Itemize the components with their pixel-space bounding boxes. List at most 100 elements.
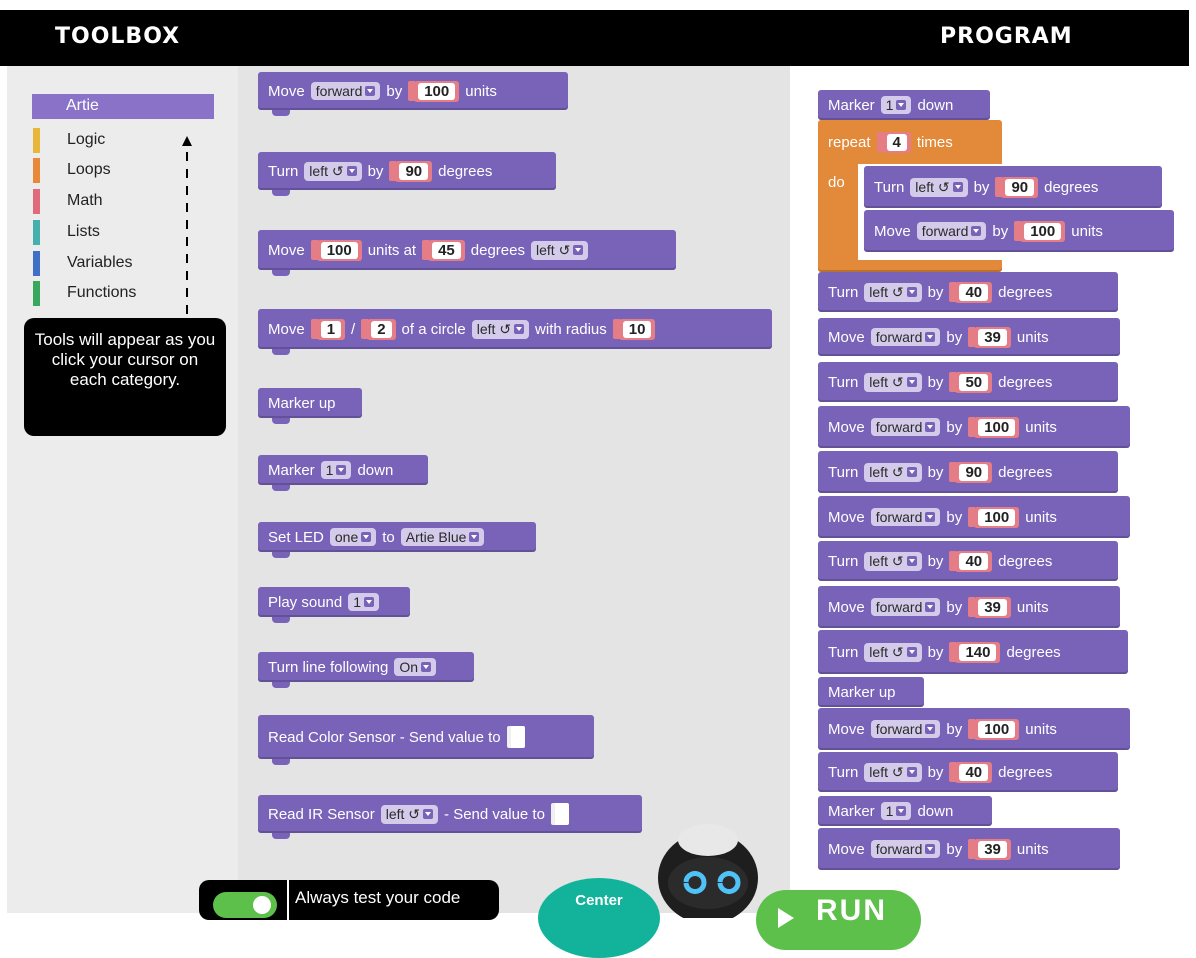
block-dropdown[interactable]: left ↺: [864, 462, 922, 482]
number-input[interactable]: 10: [612, 318, 656, 340]
category-functions[interactable]: Functions: [33, 281, 218, 306]
number-input[interactable]: 90: [995, 176, 1039, 198]
value-slot[interactable]: [550, 803, 569, 825]
program-block[interactable]: Turn left ↺ by 50 degrees: [818, 362, 1118, 402]
program-block[interactable]: Move forward by 100 units: [818, 406, 1130, 448]
block-dropdown[interactable]: 1: [348, 593, 380, 611]
block-dropdown[interactable]: left ↺: [531, 240, 589, 260]
toolbox-block[interactable]: Move 1 / 2 of a circle left ↺ with radius 10: [258, 309, 772, 355]
toolbox-block[interactable]: Move 100 units at 45 degrees left ↺: [258, 230, 676, 276]
number-input[interactable]: 40: [949, 281, 993, 303]
number-value: 100: [1024, 222, 1062, 240]
number-input[interactable]: 45: [422, 239, 465, 261]
block-dropdown[interactable]: left ↺: [864, 551, 922, 571]
block-dropdown[interactable]: On: [394, 658, 437, 676]
center-button[interactable]: Center: [538, 878, 660, 958]
toolbox-block[interactable]: Marker 1 down: [258, 455, 428, 491]
program-block[interactable]: Move forward by 39 units: [818, 586, 1120, 628]
block-dropdown[interactable]: forward: [310, 82, 381, 100]
dashed-pointer-line: [186, 271, 188, 280]
toolbox-block[interactable]: Read Color Sensor - Send value to: [258, 715, 594, 765]
toolbox-block[interactable]: Play sound 1: [258, 587, 410, 623]
category-math[interactable]: Math: [33, 189, 218, 214]
program-block[interactable]: Marker up: [818, 677, 924, 707]
number-input[interactable]: 100: [310, 239, 362, 261]
number-input[interactable]: 100: [1014, 220, 1066, 242]
number-input[interactable]: 100: [968, 506, 1020, 528]
robot-icon: [658, 824, 758, 918]
toolbox-block[interactable]: Set LED one to Artie Blue: [258, 522, 536, 558]
program-block[interactable]: Turn left ↺ by 90 degrees: [864, 166, 1162, 208]
number-input[interactable]: 40: [949, 550, 993, 572]
block-dropdown[interactable]: forward: [916, 222, 987, 240]
program-block[interactable]: Turn left ↺ by 40 degrees: [818, 752, 1118, 792]
block-dropdown[interactable]: left ↺: [380, 804, 439, 824]
category-lists[interactable]: Lists: [33, 220, 218, 245]
block-dropdown[interactable]: forward: [870, 418, 941, 436]
run-button[interactable]: RUN: [756, 890, 921, 950]
toolbox-block[interactable]: Move forward by 100 units: [258, 72, 568, 116]
number-input[interactable]: 40: [949, 761, 993, 783]
block-dropdown[interactable]: left ↺: [304, 161, 362, 181]
number-frame: 39: [974, 326, 1011, 348]
block-dropdown[interactable]: left ↺: [864, 282, 922, 302]
number-input[interactable]: 50: [949, 371, 993, 393]
program-block[interactable]: Move forward by 100 units: [864, 210, 1174, 252]
value-slot[interactable]: [506, 726, 525, 748]
block-text: units: [465, 82, 497, 100]
block-dropdown[interactable]: left ↺: [864, 762, 922, 782]
number-input[interactable]: 140: [949, 641, 1001, 663]
test-toggle[interactable]: [213, 892, 277, 918]
toolbox-block[interactable]: Turn left ↺ by 90 degrees: [258, 152, 556, 196]
program-block[interactable]: Turn left ↺ by 40 degrees: [818, 541, 1118, 581]
number-value: 100: [978, 720, 1016, 738]
block-dropdown[interactable]: 1: [320, 461, 352, 479]
program-block[interactable]: Move forward by 39 units: [818, 828, 1120, 870]
program-block[interactable]: Marker 1 down: [818, 796, 992, 826]
program-block[interactable]: Turn left ↺ by 90 degrees: [818, 451, 1118, 493]
number-input[interactable]: 2: [361, 318, 396, 340]
block-text: Read Color Sensor - Send value to: [268, 728, 501, 746]
block-dropdown[interactable]: left ↺: [471, 319, 530, 339]
number-input[interactable]: 39: [968, 596, 1011, 618]
block-text: Play sound: [268, 593, 343, 611]
block-dropdown[interactable]: 1: [880, 802, 912, 820]
toolbox-block[interactable]: Read IR Sensor left ↺ - Send value to: [258, 795, 642, 839]
block-text: by: [946, 840, 963, 858]
block-dropdown[interactable]: left ↺: [910, 177, 968, 197]
block-dropdown[interactable]: forward: [870, 840, 941, 858]
program-block[interactable]: Turn left ↺ by 40 degrees: [818, 272, 1118, 312]
number-input[interactable]: 39: [968, 326, 1011, 348]
block-dropdown[interactable]: 1: [880, 96, 912, 114]
number-input[interactable]: 4: [876, 131, 911, 153]
number-value: 39: [978, 840, 1007, 858]
number-input[interactable]: 100: [968, 718, 1020, 740]
program-block[interactable]: Move forward by 100 units: [818, 496, 1130, 538]
number-input[interactable]: 100: [968, 416, 1020, 438]
block-notch: [272, 418, 290, 424]
block-dropdown[interactable]: one: [329, 528, 377, 546]
category-artie[interactable]: Artie: [32, 94, 214, 119]
category-loops[interactable]: Loops: [33, 158, 218, 183]
block-dropdown[interactable]: forward: [870, 598, 941, 616]
number-input[interactable]: 90: [949, 461, 993, 483]
block-dropdown[interactable]: forward: [870, 720, 941, 738]
program-block[interactable]: Move forward by 100 units: [818, 708, 1130, 750]
block-dropdown[interactable]: forward: [870, 508, 941, 526]
block-text: Move: [828, 328, 865, 346]
program-block[interactable]: Turn left ↺ by 140 degrees: [818, 630, 1128, 674]
number-input[interactable]: 1: [310, 318, 346, 340]
program-block[interactable]: Move forward by 39 units: [818, 318, 1120, 356]
block-dropdown[interactable]: forward: [870, 328, 941, 346]
toolbox-block[interactable]: Turn line following On: [258, 652, 474, 688]
number-input[interactable]: 100: [408, 80, 460, 102]
block-dropdown[interactable]: left ↺: [864, 372, 922, 392]
block-text: Set LED: [268, 528, 324, 546]
number-input[interactable]: 39: [968, 838, 1011, 860]
toolbox-block[interactable]: Marker up: [258, 388, 362, 424]
category-variables[interactable]: Variables: [33, 251, 218, 276]
program-block[interactable]: Marker 1 down: [818, 90, 990, 120]
number-input[interactable]: 90: [389, 160, 433, 182]
block-dropdown[interactable]: Artie Blue: [400, 528, 485, 546]
block-dropdown[interactable]: left ↺: [864, 642, 922, 662]
